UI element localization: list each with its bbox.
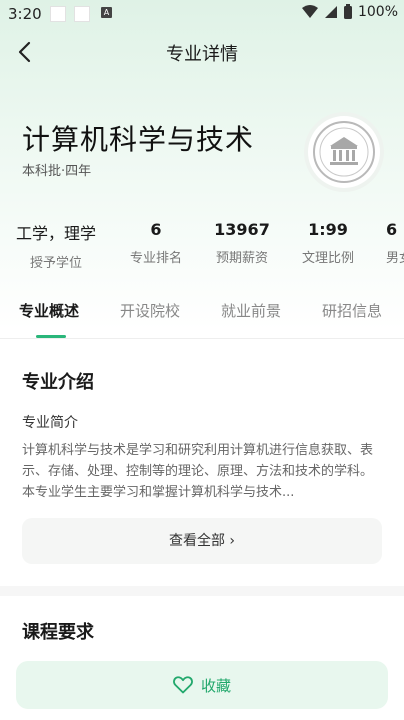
stat-value: 1:99 — [308, 220, 348, 239]
stat-label: 文理比例 — [301, 251, 354, 266]
bottom-bar: 收藏 — [0, 650, 404, 720]
status-time: 3:20 — [8, 5, 42, 23]
stat-label: 预期薪资 — [215, 251, 268, 266]
section-title-courses: 课程要求 — [22, 622, 94, 643]
stat-ratio: 1:99 文理比例 — [290, 220, 366, 266]
status-bar: 3:20 A 100% — [0, 0, 404, 28]
stat-rank: 6 专业排名 — [118, 220, 194, 266]
major-meta: 本科批·四年 — [22, 164, 92, 179]
section-title-intro: 专业介绍 — [22, 372, 94, 393]
intro-text: 计算机科学与技术是学习和研究利用计算机进行信息获取、表示、存储、处理、控制等的理… — [22, 443, 374, 500]
intro-label: 专业简介 — [22, 415, 78, 431]
nav-bar: 专业详情 — [0, 30, 404, 74]
stat-label: 男女 — [386, 251, 404, 266]
university-emblem — [308, 116, 380, 188]
stat-salary: 13967 预期薪资 — [204, 220, 280, 266]
tab-employment[interactable]: 就业前景 — [221, 300, 281, 321]
favorite-button[interactable]: 收藏 — [16, 661, 388, 709]
view-all-button[interactable]: 查看全部 › — [22, 518, 382, 564]
status-indicators: 100% — [301, 4, 398, 20]
battery-percent: 100% — [357, 4, 398, 20]
stats-row: 工学，理学 授予学位 6 专业排名 13967 预期薪资 1:99 文理比例 6… — [0, 220, 404, 276]
stat-value: 6 — [150, 220, 162, 239]
wifi-icon — [301, 5, 318, 18]
signal-icon — [324, 6, 337, 18]
battery-icon — [343, 4, 352, 19]
notification-a-icon: A — [101, 7, 112, 18]
stat-value: 13967 — [214, 220, 270, 239]
building-icon — [313, 121, 375, 183]
notification-icon — [74, 6, 90, 22]
stat-gender: 6 男女 — [386, 220, 404, 266]
stat-value: 6 — [386, 220, 398, 239]
page-title: 专业详情 — [166, 44, 238, 65]
tab-indicator — [36, 335, 66, 338]
favorite-label: 收藏 — [200, 676, 231, 695]
heart-icon — [173, 676, 193, 694]
major-name: 计算机科学与技术 — [22, 123, 255, 156]
tab-bar: 专业概述 开设院校 就业前景 研招信息 — [0, 296, 404, 339]
tab-graduate[interactable]: 研招信息 — [322, 300, 382, 321]
notification-icon — [50, 6, 66, 22]
tab-overview[interactable]: 专业概述 — [19, 300, 79, 321]
stat-value: 工学，理学 — [16, 224, 97, 243]
tab-colleges[interactable]: 开设院校 — [120, 300, 180, 321]
section-divider — [0, 586, 404, 596]
stat-label: 专业排名 — [129, 251, 182, 266]
stat-label: 授予学位 — [30, 256, 83, 271]
stat-degree: 工学，理学 授予学位 — [16, 220, 108, 271]
